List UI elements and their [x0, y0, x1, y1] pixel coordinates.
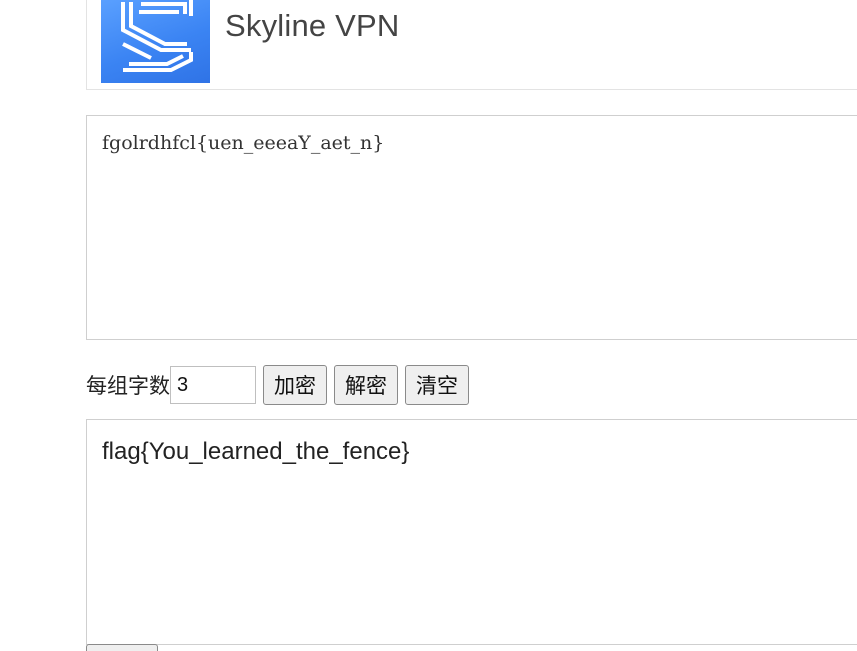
partial-button[interactable]: [86, 644, 158, 651]
skyline-logo-icon: [101, 0, 210, 83]
group-size-label: 每组字数: [86, 374, 170, 398]
page: Skyline VPN fgolrdhfcl{uen_eeeaY_aet_n} …: [0, 0, 857, 651]
decrypt-button[interactable]: 解密: [334, 365, 398, 405]
clear-button[interactable]: 清空: [405, 365, 469, 405]
plaintext-output[interactable]: flag{You_learned_the_fence}: [86, 419, 857, 645]
logo-graphic: [121, 0, 193, 72]
group-size-input[interactable]: [170, 366, 256, 404]
encrypt-button[interactable]: 加密: [263, 365, 327, 405]
app-title: Skyline VPN: [225, 8, 400, 43]
controls-row: 每组字数 加密 解密 清空: [86, 364, 476, 406]
ciphertext-input[interactable]: fgolrdhfcl{uen_eeeaY_aet_n}: [86, 115, 857, 340]
